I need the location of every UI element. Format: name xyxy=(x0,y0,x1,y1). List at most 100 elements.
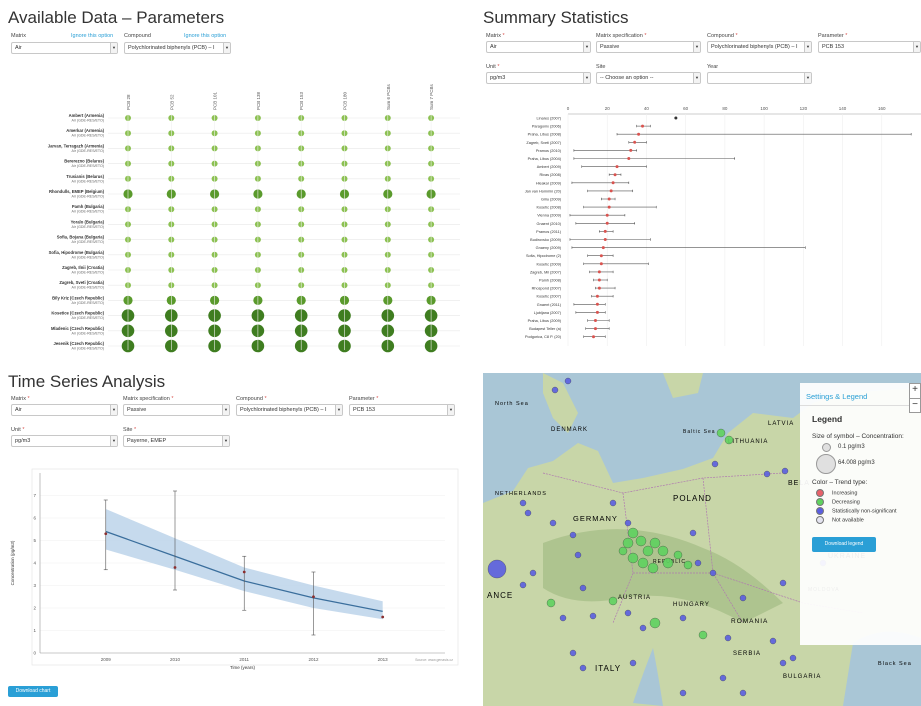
station-marker xyxy=(637,557,649,569)
data-point xyxy=(242,570,246,574)
summary-parameter-select[interactable]: PCB 153 ▼ xyxy=(818,41,921,53)
place-label: POLAND xyxy=(673,494,712,503)
availability-matrix: PCB 28 PCB 52 PCB 101 PCB 138 PCB 153 PCB 180… xyxy=(48,83,460,353)
ts-matrix-spec-select[interactable]: Passive ▼ xyxy=(123,404,230,416)
ts-site-select[interactable]: Payerne, EMEP ▼ xyxy=(123,435,230,447)
ts-matrix-select[interactable]: Air ▼ xyxy=(11,404,118,416)
column-label: PCB 101 xyxy=(213,91,218,110)
station-marker xyxy=(779,659,787,667)
summary-year-select[interactable]: ▼ xyxy=(707,72,812,84)
summary-chart: 0 20 40 60 80 100 120 140 160 Linares (2007) Parag… xyxy=(525,106,921,346)
median-point xyxy=(637,132,641,136)
summary-matrix-spec-select[interactable]: Passive ▼ xyxy=(596,41,701,53)
median-point xyxy=(674,116,678,120)
row-label: Ambert (Armenia) xyxy=(69,113,105,118)
place-label: BULGARIA xyxy=(783,674,821,680)
median-point xyxy=(605,213,609,217)
download-legend-button[interactable]: Download legend xyxy=(812,537,876,552)
median-point xyxy=(601,246,605,250)
place-label: Black Sea xyxy=(878,661,912,667)
category-label: Zagreb, Sveti (2007) xyxy=(526,141,561,145)
row-sublabel: Air (GDE-RES/ETO) xyxy=(72,347,104,351)
zoom-in-button[interactable]: + xyxy=(910,384,920,399)
legend-heading: Legend xyxy=(812,414,843,424)
station-marker xyxy=(579,584,587,592)
median-point xyxy=(613,173,617,177)
size-small-label: 0.1 pg/m3 xyxy=(838,444,865,450)
trend-color-swatch xyxy=(816,516,824,524)
large-circle-icon xyxy=(816,454,836,474)
median-point xyxy=(599,262,603,266)
summary-unit-label: Unit * xyxy=(486,64,500,70)
summary-site-select[interactable]: -- Choose an option -- ▼ xyxy=(596,72,701,84)
median-point xyxy=(609,189,613,193)
size-large-label: 64.008 pg/m3 xyxy=(838,460,875,466)
column-label: Sum 6 PCBs xyxy=(386,83,391,110)
category-label: Budapest Teller (a) xyxy=(529,327,562,331)
place-label: AUSTRIA xyxy=(618,595,651,601)
category-label: Paragonix (2006) xyxy=(532,125,562,129)
ts-parameter-select[interactable]: PCB 153 ▼ xyxy=(349,404,455,416)
x-tick-label: 2013 xyxy=(378,657,389,662)
settings-legend-title[interactable]: Settings & Legend xyxy=(806,392,867,401)
place-label: LATVIA xyxy=(768,421,794,427)
category-label: Giriu (2009) xyxy=(541,198,562,202)
summary-year-label: Year xyxy=(707,64,719,70)
matrix-select[interactable]: Air ▼ xyxy=(11,42,118,54)
station-marker xyxy=(657,545,669,557)
zoom-control[interactable]: + − xyxy=(909,383,921,413)
matrix-ignore-link[interactable]: Ignore this option xyxy=(71,33,113,39)
category-label: Praha, Libus (2008) xyxy=(528,133,562,137)
category-label: Gnaent (2010) xyxy=(537,222,562,226)
median-point xyxy=(627,157,631,160)
summary-compound-select[interactable]: Polychlorinated biphenyls (PCB) – I ▼ xyxy=(707,41,812,53)
summary-unit-select[interactable]: pg/m3 ▼ xyxy=(486,72,591,84)
station-marker xyxy=(724,634,732,642)
x-tick-label: 2012 xyxy=(308,657,319,662)
x-axis-title: Time (years) xyxy=(230,665,256,670)
median-point xyxy=(603,238,607,241)
x-tick-label: 160 xyxy=(878,106,886,111)
median-point xyxy=(595,302,599,306)
chart-frame xyxy=(31,468,459,666)
row-label: Zagreb, Sveti (Croatia) xyxy=(59,280,104,285)
download-chart-button[interactable]: Download chart xyxy=(8,686,58,697)
category-label: Pramos (2010) xyxy=(536,149,562,153)
x-tick-label: 2011 xyxy=(239,657,249,662)
column-label: PCB 180 xyxy=(343,91,348,110)
station-marker xyxy=(673,550,683,560)
summary-matrix-select[interactable]: Air ▼ xyxy=(486,41,591,53)
row-label: Mladenic (Czech Republic) xyxy=(51,326,105,331)
compound-ignore-link[interactable]: Ignore this option xyxy=(184,33,226,39)
station-marker xyxy=(739,689,747,697)
category-label: Kosetic (2008) xyxy=(537,206,562,210)
summary-matrix-label: Matrix * xyxy=(486,33,505,39)
category-label: Pramos (2011) xyxy=(536,230,562,234)
data-point xyxy=(312,595,315,599)
row-sublabel: Air (GDE-RES/ETO) xyxy=(72,271,104,275)
trend-color-swatch xyxy=(816,489,824,497)
category-label: Pamh (2008) xyxy=(539,279,562,283)
x-tick-label: 60 xyxy=(683,106,689,111)
station-marker xyxy=(608,596,618,606)
category-label: Rhospond (2007) xyxy=(532,287,562,291)
place-label: North Sea xyxy=(495,401,529,407)
compound-select[interactable]: Polychlorinated biphenyls (PCB) – I ▼ xyxy=(124,42,231,54)
place-label: ROMANIA xyxy=(731,618,768,625)
chevron-down-icon: ▼ xyxy=(335,405,342,415)
x-tick-label: 20 xyxy=(605,106,611,111)
station-marker xyxy=(569,531,577,539)
place-label: GERMANY xyxy=(573,514,618,523)
place-label: SERBIA xyxy=(733,651,761,657)
ts-matrix-spec-label: Matrix specification * xyxy=(123,396,174,402)
ts-unit-select[interactable]: pg/m3 ▼ xyxy=(11,435,118,447)
station-marker xyxy=(609,499,617,507)
ts-compound-select[interactable]: Polychlorinated biphenyls (PCB) – I ▼ xyxy=(236,404,343,416)
zoom-out-button[interactable]: − xyxy=(910,399,920,411)
chevron-down-icon: ▼ xyxy=(447,405,454,415)
median-point xyxy=(603,229,607,233)
station-marker xyxy=(694,559,702,567)
ts-matrix-label: Matrix * xyxy=(11,396,30,402)
station-marker xyxy=(683,560,693,570)
row-label: Jarvan, Terragazh (Armenia) xyxy=(48,143,105,148)
